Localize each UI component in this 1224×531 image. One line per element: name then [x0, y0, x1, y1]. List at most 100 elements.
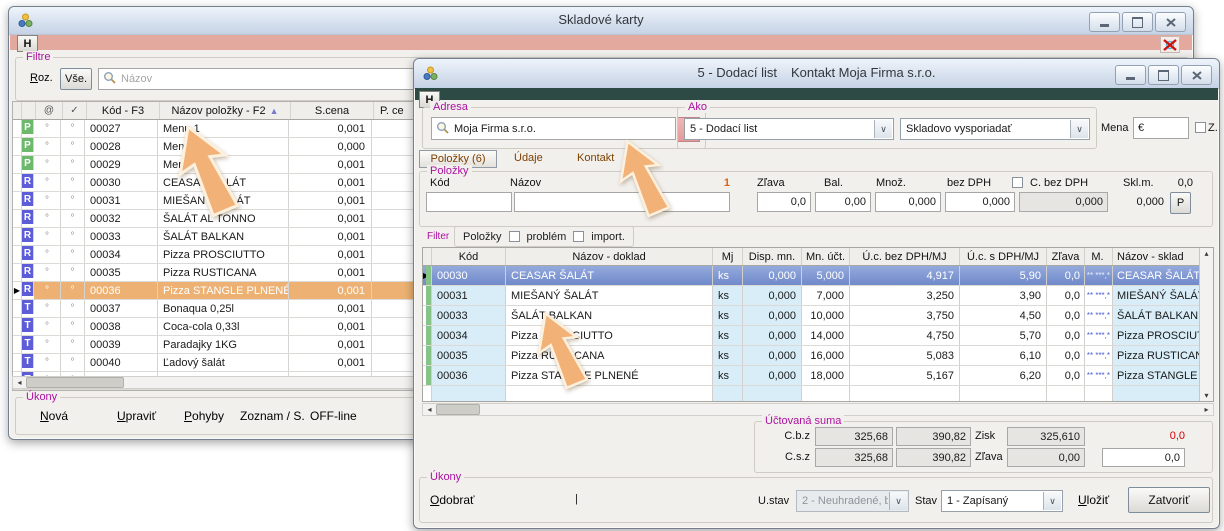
bezdph-label: bez DPH [947, 177, 991, 189]
vse-button[interactable]: Vše. [60, 68, 92, 90]
row-marker-cell [13, 120, 22, 137]
chevron-down-icon[interactable]: ∨ [1070, 120, 1088, 138]
doc-item-row[interactable]: ▶ 00030 CEASAR ŠALÁT ks 0,000 5,000 4,91… [423, 266, 1201, 286]
kod-label: Kód [430, 177, 450, 189]
item-billed-qty [802, 386, 850, 402]
csz-value-2: 390,82 [896, 448, 971, 467]
minimize-button[interactable] [1115, 65, 1146, 85]
header-attach-icon[interactable]: @ [36, 102, 63, 119]
restore-button[interactable] [1148, 65, 1179, 85]
cancel-filter-button[interactable] [1160, 36, 1180, 53]
header-disp-mn[interactable]: Disp. mn. [743, 248, 802, 265]
titlebar[interactable]: Skladové karty [9, 7, 1193, 35]
item-name-stock: CEASAR ŠALÁT [1113, 266, 1201, 285]
item-s-price: 0,000 [289, 138, 372, 155]
header-s-price[interactable]: S.cena [291, 102, 374, 119]
header-m[interactable]: M. [1085, 248, 1113, 265]
header-check-icon[interactable]: ✓ [63, 102, 87, 119]
scroll-thumb[interactable] [26, 377, 124, 388]
header-zlava[interactable]: Zľava [1047, 248, 1085, 265]
pohyby-button[interactable]: Pohyby [184, 409, 224, 423]
ustav-select[interactable]: 2 - Neuhradené, be: ∨ [796, 490, 909, 512]
bezdph-checkbox[interactable] [1012, 177, 1023, 188]
attachment-indicator: ° [34, 318, 61, 335]
chevron-down-icon: ∨ [889, 492, 907, 510]
item-name: CEASAR ŠALÁT [158, 174, 289, 191]
scroll-thumb[interactable] [436, 404, 480, 415]
filters-group-label: Filtre [23, 51, 53, 63]
zoznam-button[interactable]: Zoznam / S. [240, 409, 305, 423]
doc-item-row[interactable]: 00035 Pizza RUSTICANA ks 0,000 16,000 5,… [423, 346, 1201, 366]
offline-button[interactable]: OFF-line [310, 409, 357, 423]
minimize-button[interactable] [1089, 12, 1120, 32]
item-price-ex-vat: 3,250 [850, 286, 960, 305]
header-code[interactable]: Kód - F3 [87, 102, 160, 119]
header-uc-bez-dph[interactable]: Ú.c. bez DPH/MJ [850, 248, 960, 265]
p-button[interactable]: P [1170, 192, 1191, 214]
header-nazov-doklad[interactable]: Názov - doklad [506, 248, 713, 265]
item-entry-group: Položky Kód Názov 1 Zľava Bal. Množ. bez… [419, 171, 1213, 227]
bezdph-input[interactable]: 0,000 [945, 192, 1015, 212]
header-mj[interactable]: Mj [713, 248, 743, 265]
restore-button[interactable] [1122, 12, 1153, 32]
chevron-down-icon[interactable]: ∨ [874, 120, 892, 138]
item-price-ex-vat [850, 386, 960, 402]
item-s-price: 0,001 [289, 336, 372, 353]
tab-udaje[interactable]: Údaje [514, 152, 543, 164]
doc-items-vscrollbar[interactable]: ▴ ▾ [1199, 248, 1213, 401]
check-indicator: ° [61, 336, 85, 353]
stav-select[interactable]: 1 - Zapísaný ∨ [941, 490, 1063, 512]
doc-item-row[interactable] [423, 386, 1201, 402]
upravit-button[interactable]: Upraviť [117, 409, 156, 423]
mena-input[interactable]: € [1133, 117, 1189, 139]
item-code: 00029 [85, 156, 158, 173]
header-mn-uct[interactable]: Mn. účt. [802, 248, 850, 265]
check-indicator: ° [61, 192, 85, 209]
zlava-extra-input[interactable]: 0,0 [1102, 448, 1185, 467]
header-kod[interactable]: Kód [432, 248, 506, 265]
scroll-right-icon[interactable]: ▸ [1200, 404, 1213, 415]
item-name-stock: Pizza PROSCIUTTO [1113, 326, 1201, 345]
type-badge: T [22, 318, 34, 332]
close-button[interactable] [1155, 12, 1186, 32]
mnoz-input[interactable]: 0,000 [875, 192, 941, 212]
scroll-down-icon[interactable]: ▾ [1204, 391, 1208, 400]
scroll-left-icon[interactable]: ◂ [13, 377, 26, 388]
hotkey-button[interactable]: H [17, 35, 38, 52]
titlebar[interactable]: 5 - Dodací listKontakt Moja Firma s.r.o. [414, 59, 1219, 89]
stock-mode-select[interactable]: Skladovo vysporiadať ∨ [900, 118, 1090, 140]
close-button[interactable] [1181, 65, 1212, 85]
type-badge: T [22, 300, 34, 314]
odobrat-button[interactable]: Odobrať [430, 493, 475, 507]
z-checkbox[interactable] [1195, 122, 1206, 133]
problem-checkbox[interactable] [509, 231, 520, 242]
item-margin-mask: ** ***,* [1085, 286, 1113, 305]
doc-item-row[interactable]: 00033 ŠALÁT BALKAN ks 0,000 10,000 3,750… [423, 306, 1201, 326]
doc-item-row[interactable]: 00036 Pizza STANGLE PLNENÉ ks 0,000 18,0… [423, 366, 1201, 386]
header-uc-s-dph[interactable]: Ú.c. s DPH/MJ [960, 248, 1047, 265]
item-name-doc: Pizza PROSCIUTTO [506, 326, 713, 345]
check-indicator: ° [61, 246, 85, 263]
doc-item-row[interactable]: 00031 MIEŠANÝ ŠALÁT ks 0,000 7,000 3,250… [423, 286, 1201, 306]
chevron-down-icon[interactable]: ∨ [1043, 492, 1061, 510]
bal-input[interactable]: 0,00 [815, 192, 871, 212]
doc-items-header[interactable]: Kód Názov - doklad Mj Disp. mn. Mn. účt.… [423, 248, 1201, 266]
nazov-input[interactable] [514, 192, 730, 212]
doc-type-select[interactable]: 5 - Dodací list ∨ [684, 118, 894, 140]
adresa-input[interactable]: Moja Firma s.r.o. [431, 117, 676, 140]
header-nazov-sklad[interactable]: Názov - sklad [1113, 248, 1201, 265]
scroll-left-icon[interactable]: ◂ [423, 404, 436, 415]
mena-label: Mena [1101, 122, 1129, 134]
ulozit-button[interactable]: Uložiť [1078, 493, 1109, 507]
zlava-input[interactable]: 0,0 [757, 192, 811, 212]
import-checkbox[interactable] [573, 231, 584, 242]
tab-kontakt[interactable]: Kontakt [577, 152, 614, 164]
row-indicator: 1 [705, 177, 730, 189]
nova-button[interactable]: Nová [40, 409, 68, 423]
header-name[interactable]: Názov položky - F2 ▲ [160, 102, 291, 119]
zatvorit-button[interactable]: Zatvoriť [1128, 487, 1210, 513]
doc-item-row[interactable]: 00034 Pizza PROSCIUTTO ks 0,000 14,000 4… [423, 326, 1201, 346]
kod-input[interactable] [426, 192, 512, 212]
scroll-up-icon[interactable]: ▴ [1204, 249, 1208, 258]
roz-button[interactable]: Roz. [30, 72, 53, 84]
